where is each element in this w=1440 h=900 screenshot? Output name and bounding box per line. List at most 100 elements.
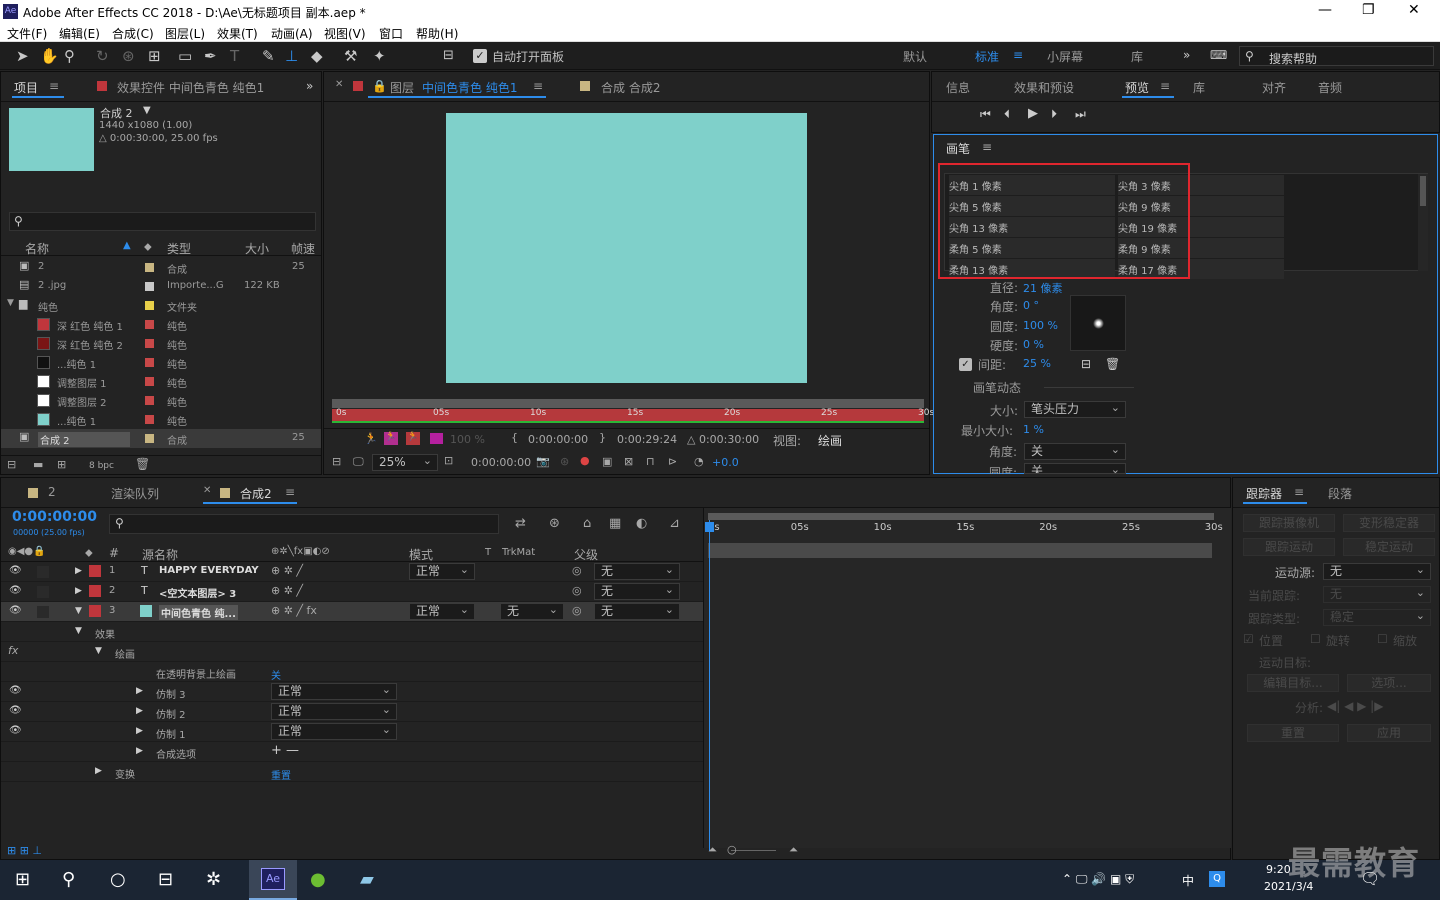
snapshot-icon[interactable]: 📷: [536, 455, 550, 468]
column-size[interactable]: 大小: [245, 240, 269, 257]
comp-dropdown-icon[interactable]: ▼: [143, 105, 151, 116]
label-color[interactable]: [145, 358, 154, 367]
label-color[interactable]: [145, 263, 154, 272]
out-timecode[interactable]: 0:00:29:24: [617, 433, 677, 446]
parent-pickwhip-icon[interactable]: ◎: [572, 584, 582, 597]
tab-comp[interactable]: 合成 合成2: [601, 79, 660, 96]
property-row[interactable]: ▶ 变换 重置: [1, 762, 703, 782]
transparency-grid-icon[interactable]: ⊠: [624, 455, 633, 468]
property-row[interactable]: ▶ 合成选项 + —: [1, 742, 703, 762]
blend-mode-dropdown[interactable]: 正常: [409, 602, 475, 620]
brush-list-scrollbar[interactable]: [1418, 174, 1428, 271]
label-color[interactable]: [145, 377, 154, 386]
zoom-tool-icon[interactable]: ⚲: [64, 47, 75, 65]
project-item[interactable]: ...纯色 1 纯色: [1, 410, 321, 429]
layer-label-color[interactable]: [89, 565, 101, 577]
tab-render-queue[interactable]: 渲染队列: [111, 485, 159, 502]
trkmat-dropdown[interactable]: 无: [500, 602, 564, 620]
expand-arrow-icon[interactable]: ▼: [7, 298, 14, 308]
graph-editor-icon[interactable]: ⊿: [669, 516, 680, 531]
menu-view[interactable]: 视图(V): [324, 25, 366, 42]
tab-layer-name[interactable]: 中间色青色 纯色1: [422, 79, 517, 96]
label-color[interactable]: [145, 415, 154, 424]
motion-blur-icon[interactable]: ◐: [636, 516, 647, 531]
workspace-menu-icon[interactable]: ≡: [1013, 48, 1023, 62]
brush-prop-value[interactable]: 0 °: [1023, 299, 1039, 312]
label-color[interactable]: [145, 339, 154, 348]
workspace-standard[interactable]: 标准: [975, 48, 999, 65]
column-fps[interactable]: 帧速: [291, 240, 315, 257]
zoom-dropdown[interactable]: 25%: [372, 453, 438, 471]
layer-label-color[interactable]: [89, 605, 101, 617]
prev-frame-icon[interactable]: ⏴: [1004, 107, 1010, 122]
windows-start-icon[interactable]: ⊞: [15, 869, 30, 890]
parent-pickwhip-icon[interactable]: ◎: [572, 564, 582, 577]
min-size-value[interactable]: 1 %: [1023, 423, 1044, 436]
last-frame-icon[interactable]: ⏭: [1075, 107, 1086, 122]
size-dropdown[interactable]: 笔头压力: [1024, 400, 1126, 418]
view-value[interactable]: 绘画: [818, 432, 842, 449]
project-item[interactable]: 调整图层 1 纯色: [1, 372, 321, 391]
new-comp-icon[interactable]: ⊞: [57, 458, 66, 471]
selection-tool-icon[interactable]: ➤: [16, 47, 29, 65]
exposure-icon[interactable]: ◔: [694, 455, 704, 468]
project-item[interactable]: 深 红色 纯色 2 纯色: [1, 334, 321, 353]
always-preview-icon[interactable]: ⊟: [332, 455, 341, 468]
viewer-menu-icon[interactable]: ≡: [533, 79, 543, 93]
panel-overflow-icon[interactable]: »: [306, 79, 313, 93]
warp-stabilizer-button[interactable]: 变形稳定器: [1343, 514, 1435, 532]
brush-prop-value[interactable]: 25 %: [1023, 357, 1051, 370]
sort-asc-icon[interactable]: ▲: [123, 240, 131, 251]
tab-effect-controls[interactable]: 效果控件 中间色青色 纯色1: [117, 79, 280, 96]
workspace-library[interactable]: 库: [1131, 48, 1143, 65]
menu-composition[interactable]: 合成(C): [112, 25, 154, 42]
project-item[interactable]: ▣ 2 合成 25: [1, 258, 321, 277]
expand-arrow-icon[interactable]: ▶: [136, 726, 143, 736]
tab-effects-presets[interactable]: 效果和预设: [1014, 79, 1074, 96]
label-color[interactable]: [145, 434, 154, 443]
expand-arrow-icon[interactable]: ▶: [136, 706, 143, 716]
tab-comp-2[interactable]: 2: [48, 485, 56, 499]
camera-tool-icon[interactable]: ⊛: [122, 47, 135, 65]
cortana-icon[interactable]: ○: [110, 869, 126, 890]
property-row[interactable]: 👁 ▶ 仿制 3 正常: [1, 682, 703, 702]
workspace-default[interactable]: 默认: [903, 48, 927, 65]
auto-open-checkbox[interactable]: ✓: [473, 49, 487, 63]
comp-marker-bar[interactable]: [708, 543, 1212, 558]
tracker-menu-icon[interactable]: ≡: [1294, 485, 1304, 499]
visibility-eye-icon[interactable]: 👁: [9, 685, 22, 696]
tab-preview[interactable]: 预览: [1125, 79, 1149, 96]
layer-row[interactable]: 👁 ▼ 3 中间色青色 纯... ⊕ ✲ ╱ fx 正常 无 ◎ 无: [1, 602, 703, 622]
brush-tool-icon[interactable]: ✎: [262, 47, 275, 65]
menu-edit[interactable]: 编辑(E): [59, 25, 100, 42]
notes-app-icon[interactable]: ▰: [360, 869, 374, 890]
work-area-bar[interactable]: [708, 513, 1214, 520]
viewer-timecode[interactable]: 0:00:00:00: [471, 456, 531, 469]
lock-toggle[interactable]: [37, 586, 49, 598]
roto-brush-tool-icon[interactable]: ⚒: [344, 47, 357, 65]
minimize-button[interactable]: —: [1318, 2, 1332, 18]
parent-dropdown[interactable]: 无: [594, 582, 680, 600]
lock-toggle[interactable]: [37, 566, 49, 578]
bpc-label[interactable]: 8 bpc: [89, 461, 114, 471]
rotate-tool-icon[interactable]: ↻: [96, 47, 109, 65]
layer-row[interactable]: 👁 ▶ 2 T <空文本图层> 3 ⊕ ✲ ╱ ◎ 无: [1, 582, 703, 602]
ime-indicator[interactable]: 中: [1182, 872, 1194, 889]
motion-source-dropdown[interactable]: 无: [1323, 562, 1431, 580]
edit-target-button[interactable]: 编辑目标...: [1247, 674, 1339, 692]
tab-library[interactable]: 库: [1193, 79, 1205, 96]
tab-tracker[interactable]: 跟踪器: [1246, 485, 1282, 502]
layer-time-ruler[interactable]: 0s 05s 10s 15s 20s 25s 30s: [332, 399, 934, 423]
zoom-in-icon[interactable]: ⏶: [789, 843, 798, 857]
col-source-name[interactable]: 源名称: [142, 546, 178, 563]
analyze-buttons[interactable]: ◀| ◀ ▶ |▶: [1327, 699, 1383, 713]
project-item[interactable]: ▆ ▼ 纯色 文件夹: [1, 296, 321, 315]
property-row[interactable]: fx ▼ 绘画: [1, 642, 703, 662]
property-value[interactable]: 关: [271, 667, 281, 682]
clone-mode-dropdown[interactable]: 正常: [271, 722, 397, 740]
label-color[interactable]: [145, 301, 154, 310]
visibility-eye-icon[interactable]: 👁: [9, 705, 22, 716]
position-checkbox[interactable]: ☑: [1243, 632, 1254, 646]
number-column-icon[interactable]: #: [109, 546, 119, 560]
delete-brush-icon[interactable]: 🗑: [1105, 357, 1120, 371]
